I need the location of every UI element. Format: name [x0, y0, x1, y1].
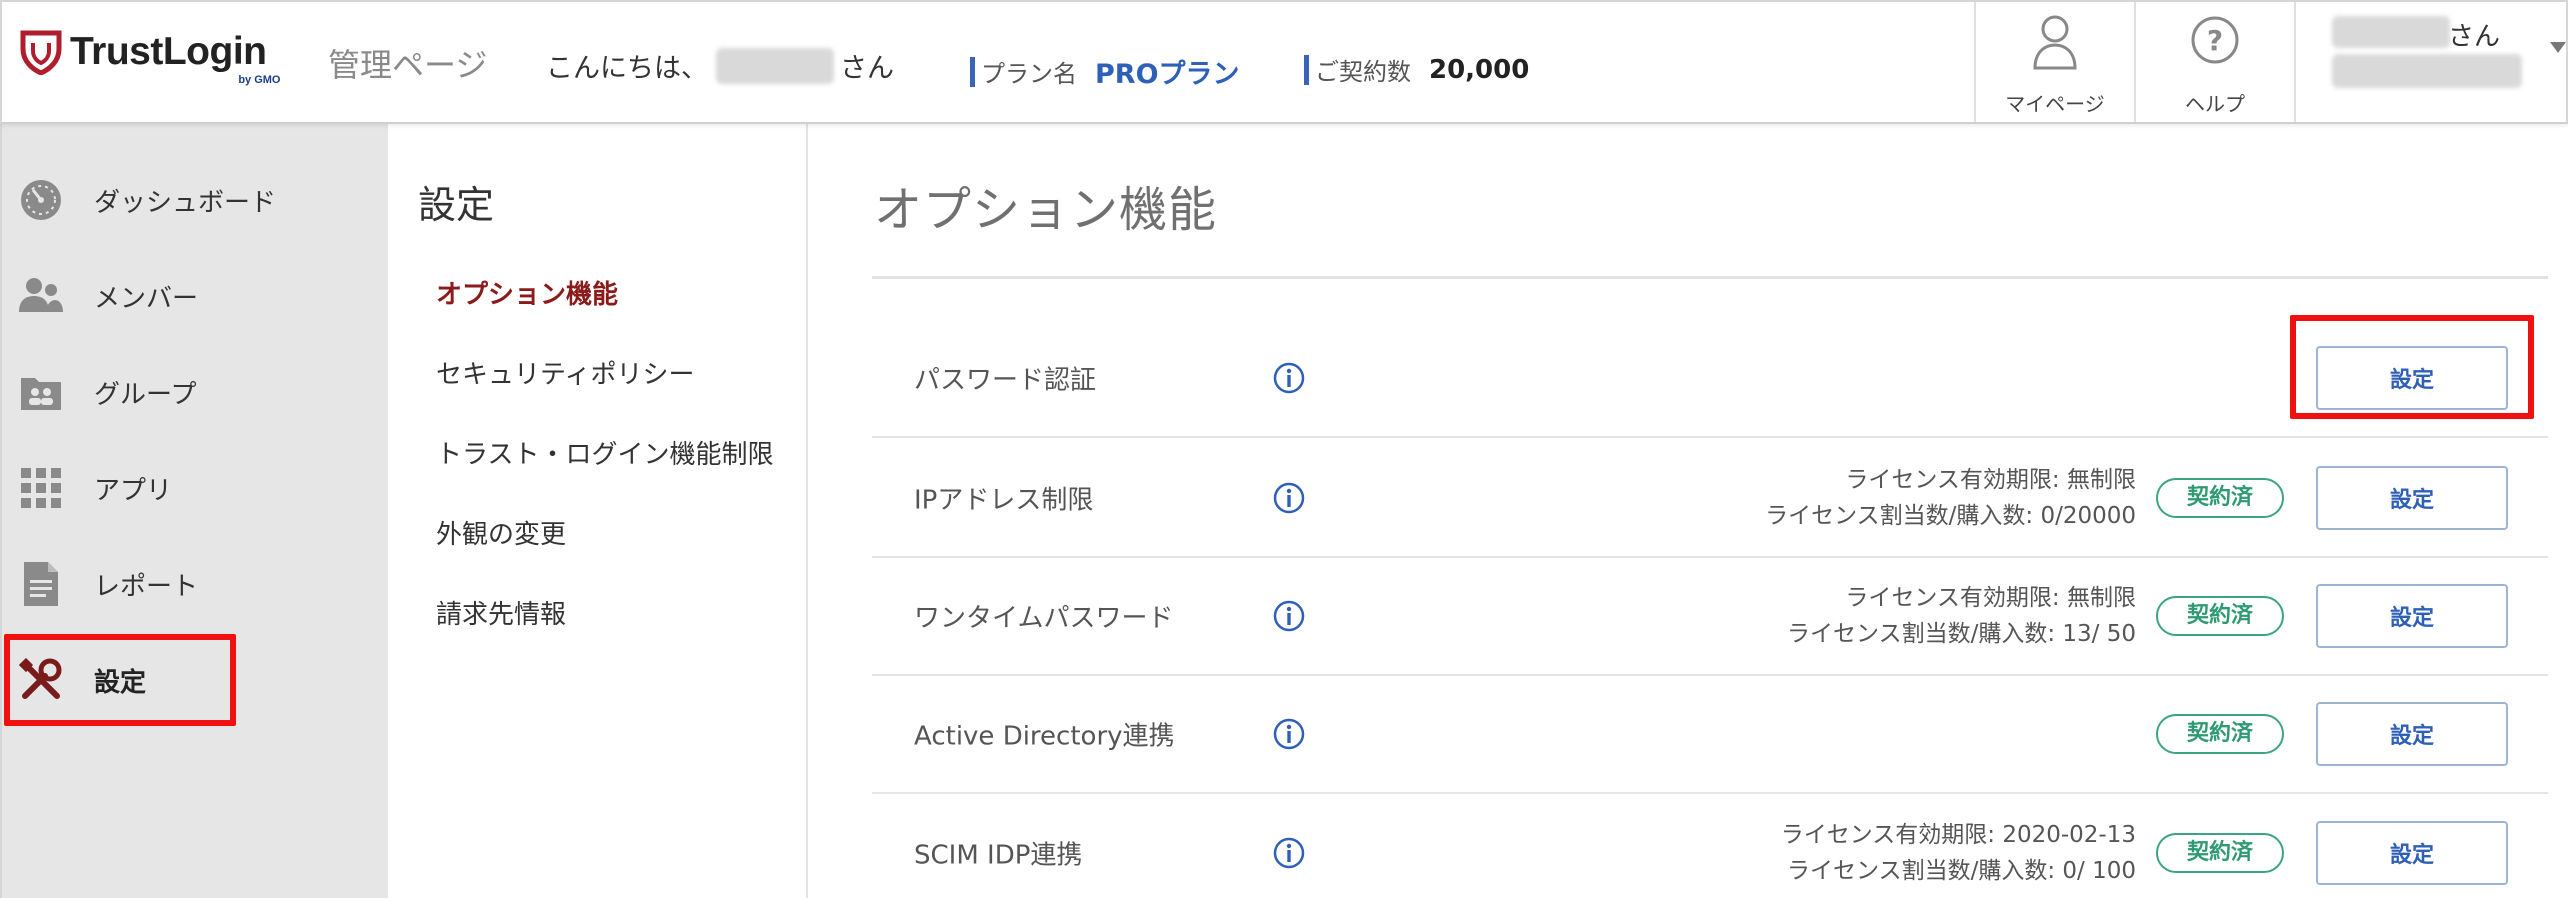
group-folder-icon	[18, 369, 64, 415]
submenu-title: 設定	[418, 183, 495, 227]
license-count: ライセンス割当数/購入数: 0/20000	[1765, 503, 2136, 529]
license-expiry: ライセンス有効期限: 無制限	[1845, 585, 2136, 611]
help-question-icon: ?	[2191, 16, 2239, 64]
sidebar-item-reports[interactable]: レポート	[2, 542, 390, 626]
trustlogin-logo[interactable]: TrustLogin by GMO	[20, 24, 281, 86]
submenu-item-billing[interactable]: 請求先情報	[436, 594, 566, 631]
option-name: Active Directory連携	[914, 721, 1175, 752]
contract-value: 20,000	[1429, 54, 1530, 85]
mypage-button[interactable]: マイページ	[1974, 2, 2134, 122]
blurred-user-org	[2332, 54, 2522, 88]
sidebar-item-label: レポート	[94, 571, 199, 602]
password-auth-settings-highlight-box	[2290, 315, 2534, 419]
license-meta: ライセンス有効期限: 無制限 ライセンス割当数/購入数: 13/ 50	[1787, 580, 2136, 652]
admin-page-title: 管理ページ	[328, 46, 488, 84]
apps-grid-icon	[18, 465, 64, 511]
sidebar-item-groups[interactable]: グループ	[2, 350, 390, 434]
svg-text:?: ?	[2207, 24, 2223, 57]
report-document-icon	[18, 561, 64, 607]
plan-accent-bar	[970, 56, 975, 87]
option-row-scim-idp: SCIM IDP連携 ライセンス有効期限: 2020-02-13 ライセンス割当…	[872, 794, 2548, 898]
sidebar-item-label: グループ	[94, 379, 197, 410]
settings-button[interactable]: 設定	[2316, 702, 2508, 766]
option-name: SCIM IDP連携	[914, 840, 1083, 871]
option-row-active-directory: Active Directory連携 契約済 設定	[872, 676, 2548, 794]
settings-highlight-box	[4, 634, 236, 726]
info-icon[interactable]	[1272, 481, 1306, 515]
logo-by-gmo: by GMO	[238, 74, 281, 86]
blurred-username	[716, 47, 834, 84]
settings-button[interactable]: 設定	[2316, 821, 2508, 885]
submenu-item-security-policy[interactable]: セキュリティポリシー	[436, 354, 694, 391]
mypage-label: マイページ	[2005, 92, 2105, 116]
sidebar-item-apps[interactable]: アプリ	[2, 446, 390, 530]
option-name: ワンタイムパスワード	[914, 603, 1174, 634]
info-icon[interactable]	[1272, 717, 1306, 751]
members-icon	[18, 273, 64, 319]
license-count: ライセンス割当数/購入数: 13/ 50	[1787, 621, 2136, 647]
dashboard-gauge-icon	[18, 177, 64, 223]
sidebar-item-members[interactable]: メンバー	[2, 254, 390, 338]
submenu-item-options[interactable]: オプション機能	[436, 274, 618, 311]
logo-text: TrustLogin by GMO	[70, 30, 281, 86]
contract-label: ご契約数	[1315, 58, 1411, 86]
sidebar-item-label: メンバー	[94, 283, 199, 314]
contracted-badge: 契約済	[2156, 714, 2284, 754]
settings-button[interactable]: 設定	[2316, 584, 2508, 648]
license-count: ライセンス割当数/購入数: 0/ 100	[1787, 858, 2136, 884]
main-content: オプション機能 パスワード認証 設定 IPアドレス制限 ライセンス有効期限: 無…	[808, 124, 2568, 898]
plan-label: プラン名	[981, 60, 1077, 88]
contract-accent-bar	[1304, 54, 1309, 85]
plan-info: プラン名 PROプラン	[970, 52, 1240, 91]
license-expiry: ライセンス有効期限: 2020-02-13	[1780, 822, 2136, 848]
contracted-badge: 契約済	[2156, 833, 2284, 873]
option-name: IPアドレス制限	[914, 485, 1094, 516]
plan-value: PROプラン	[1095, 59, 1240, 90]
option-name: パスワード認証	[914, 365, 1097, 396]
submenu-item-appearance[interactable]: 外観の変更	[436, 514, 566, 551]
help-button[interactable]: ? ヘルプ	[2134, 2, 2294, 122]
user-account-menu[interactable]: さん	[2294, 2, 2568, 122]
user-person-icon	[2033, 15, 2077, 70]
info-icon[interactable]	[1272, 361, 1306, 395]
blurred-user-name	[2332, 16, 2450, 48]
contract-info: ご契約数 20,000	[1304, 52, 1529, 87]
option-row-ip-restriction: IPアドレス制限 ライセンス有効期限: 無制限 ライセンス割当数/購入数: 0/…	[872, 440, 2548, 558]
contracted-badge: 契約済	[2156, 596, 2284, 636]
option-row-one-time-password: ワンタイムパスワード ライセンス有効期限: 無制限 ライセンス割当数/購入数: …	[872, 558, 2548, 676]
settings-button[interactable]: 設定	[2316, 466, 2508, 530]
info-icon[interactable]	[1272, 836, 1306, 870]
license-meta: ライセンス有効期限: 無制限 ライセンス割当数/購入数: 0/20000	[1765, 462, 2136, 534]
user-suffix: さん	[2448, 22, 2501, 52]
greeting-prefix: こんにちは、	[546, 53, 708, 84]
page-title: オプション機能	[874, 182, 1218, 238]
greeting-suffix: さん	[840, 53, 894, 84]
info-icon[interactable]	[1272, 599, 1306, 633]
help-label: ヘルプ	[2185, 92, 2245, 116]
settings-submenu: 設定 オプション機能 セキュリティポリシー トラスト・ログイン機能制限 外観の変…	[388, 124, 808, 898]
sidebar-item-label: アプリ	[94, 475, 173, 506]
license-meta: ライセンス有効期限: 2020-02-13 ライセンス割当数/購入数: 0/ 1…	[1781, 817, 2136, 889]
sidebar-item-label: ダッシュボード	[94, 187, 277, 218]
chevron-down-icon[interactable]	[2550, 42, 2566, 53]
submenu-item-feature-restrictions[interactable]: トラスト・ログイン機能制限	[436, 434, 773, 471]
shield-logo-icon	[20, 30, 62, 75]
divider	[872, 276, 2548, 279]
main-sidebar: ダッシュボード メンバー グループ アプリ レポート 設定	[0, 124, 388, 898]
contracted-badge: 契約済	[2156, 478, 2284, 518]
top-header: TrustLogin by GMO 管理ページ こんにちは、 さん プラン名 PR…	[0, 0, 2568, 124]
greeting: こんにちは、 さん	[546, 46, 894, 85]
license-expiry: ライセンス有効期限: 無制限	[1845, 467, 2136, 493]
sidebar-item-dashboard[interactable]: ダッシュボード	[2, 158, 390, 242]
